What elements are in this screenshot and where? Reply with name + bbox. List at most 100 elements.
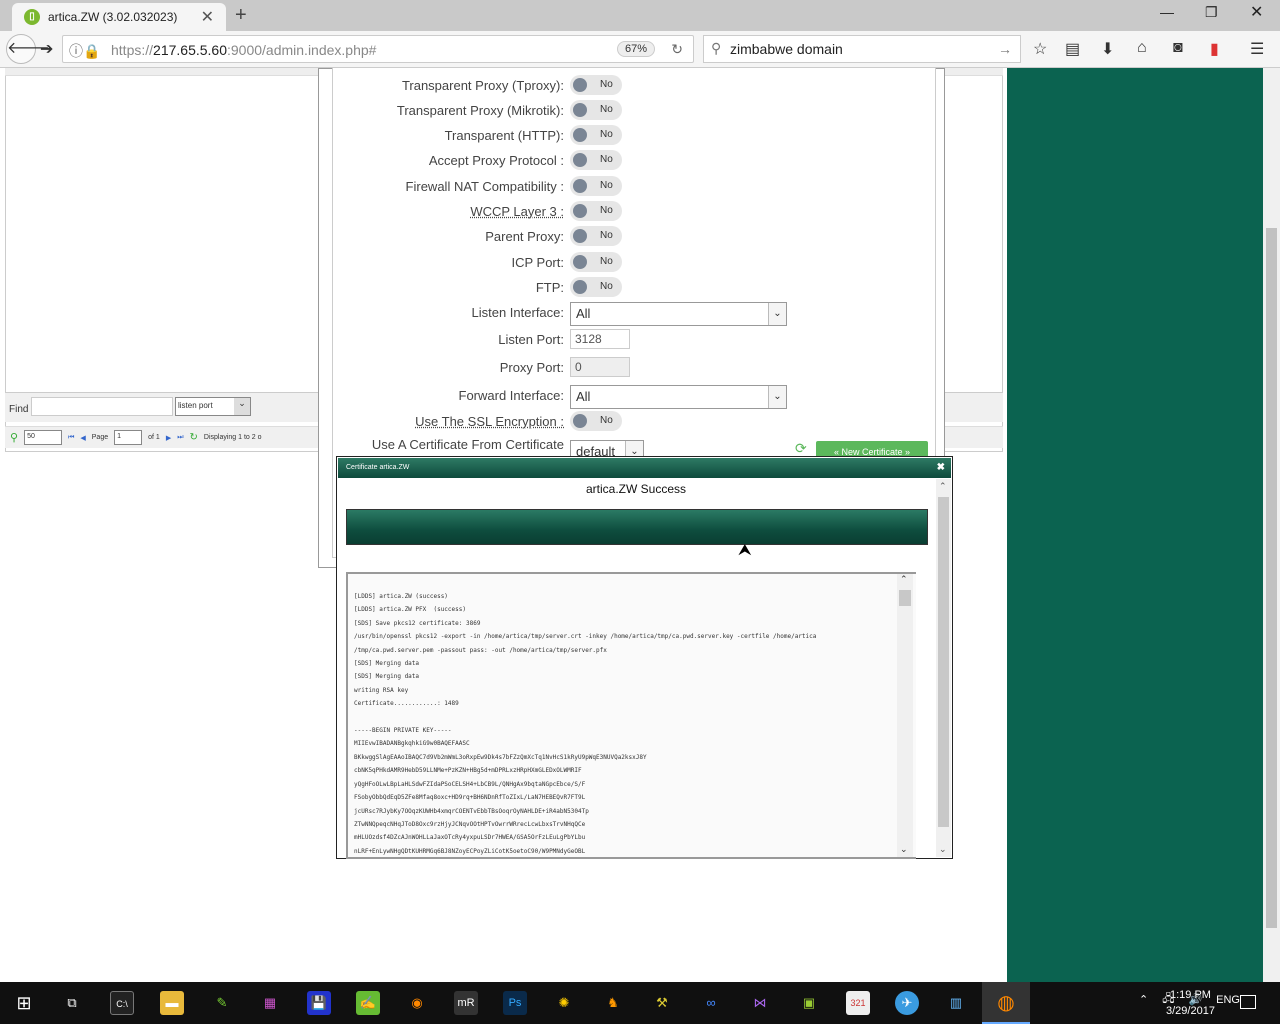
dialog-title: Certificate artica.ZW xyxy=(346,464,410,471)
row-label-link[interactable]: Use The SSL Encryption : xyxy=(415,414,564,429)
mremoteng-icon[interactable]: mR xyxy=(454,991,478,1015)
mikrotik-toggle[interactable]: No xyxy=(570,100,622,120)
bookmark-star-icon[interactable]: ☆ xyxy=(1033,39,1047,59)
page-scrollbar[interactable] xyxy=(1263,68,1280,982)
notepad-icon[interactable]: ✍ xyxy=(356,991,380,1015)
form-row: Parent Proxy: No xyxy=(332,226,932,248)
save-app-icon[interactable]: 💾 xyxy=(307,991,331,1015)
page-input[interactable]: 1 xyxy=(114,430,143,445)
close-icon[interactable]: ✖ xyxy=(937,462,945,473)
windows-start-icon[interactable]: ⊞ xyxy=(12,991,36,1015)
parent-proxy-toggle[interactable]: No xyxy=(570,226,622,246)
first-page-icon[interactable]: ⏮ xyxy=(68,434,74,442)
prev-page-icon[interactable]: ◀ xyxy=(80,434,85,442)
next-page-icon[interactable]: ▶ xyxy=(166,434,171,442)
minimize-button[interactable]: — xyxy=(1160,4,1174,20)
restore-button[interactable]: ❐ xyxy=(1205,4,1218,21)
infinity-app-icon[interactable]: ∞ xyxy=(699,991,723,1015)
winrar-icon[interactable]: ▦ xyxy=(258,991,282,1015)
headset-app-icon[interactable]: ♞ xyxy=(601,991,625,1015)
extension-icon[interactable]: ▮ xyxy=(1210,39,1219,59)
page-label: Page xyxy=(91,434,109,441)
find-input[interactable] xyxy=(31,397,173,416)
log-line: mHLUOzdsf4DZcAJnWOHLLaJaxOTcRy4yxpuLSDr7… xyxy=(354,834,586,842)
wccp-toggle[interactable]: No xyxy=(570,201,622,221)
dialog-scrollbar[interactable]: ⌃ ⌄ xyxy=(936,479,951,857)
photoshop-icon[interactable]: Ps xyxy=(503,991,527,1015)
scroll-down-icon[interactable]: ⌄ xyxy=(939,844,947,855)
transparent-http-toggle[interactable]: No xyxy=(570,125,622,145)
new-tab-button[interactable]: + xyxy=(235,4,247,27)
log-scrollbar[interactable]: ⌃ ⌄ xyxy=(897,574,913,857)
log-line: -----BEGIN PRIVATE KEY----- xyxy=(354,727,452,735)
listen-interface-select[interactable]: All ⌄ xyxy=(570,302,787,326)
task-view-icon[interactable]: ⧉ xyxy=(60,991,84,1015)
icp-port-toggle[interactable]: No xyxy=(570,252,622,272)
search-input[interactable]: ⚲ zimbabwe domain → xyxy=(703,35,1021,63)
url-bar[interactable]: ⓘ🔒 https://217.65.5.60:9000/admin.index.… xyxy=(62,35,694,63)
blender-icon[interactable]: ◉ xyxy=(405,991,429,1015)
menu-icon[interactable]: ☰ xyxy=(1250,39,1264,59)
row-label: Transparent Proxy (Tproxy): xyxy=(401,78,564,93)
close-tab-icon[interactable]: ✕ xyxy=(201,7,214,27)
scroll-down-icon[interactable]: ⌄ xyxy=(900,844,908,855)
home-icon[interactable]: ⌂ xyxy=(1137,39,1147,57)
search-value: zimbabwe domain xyxy=(730,41,843,57)
search-icon[interactable]: ⚲ xyxy=(10,431,18,444)
find-field-select[interactable]: listen port ⌄ xyxy=(175,397,251,416)
last-page-icon[interactable]: ⏭ xyxy=(177,434,183,442)
row-label: Forward Interface: xyxy=(458,388,565,403)
date: 3/29/2017 xyxy=(1166,1005,1215,1017)
scroll-up-icon[interactable]: ⌃ xyxy=(900,574,908,585)
xnview-icon[interactable]: ✺ xyxy=(552,991,576,1015)
refresh-icon[interactable]: ↻ xyxy=(190,432,198,443)
cmd-icon[interactable]: C:\ xyxy=(110,991,134,1015)
form-row: Listen Port: 3128 xyxy=(332,329,932,351)
network-tool-icon[interactable]: ✎ xyxy=(210,991,234,1015)
progress-bar xyxy=(346,509,928,545)
ssl-toggle[interactable]: No xyxy=(570,411,622,431)
nat-compat-toggle[interactable]: No xyxy=(570,176,622,196)
scroll-up-icon[interactable]: ⌃ xyxy=(939,481,947,492)
clock[interactable]: 1:19 PM 3/29/2017 xyxy=(1166,987,1215,1019)
pocket-icon[interactable]: ◙ xyxy=(1173,39,1183,57)
vsphere-icon[interactable]: ▣ xyxy=(797,991,821,1015)
close-window-button[interactable]: ✕ xyxy=(1250,2,1263,22)
proxy-protocol-toggle[interactable]: No xyxy=(570,150,622,170)
form-row: FTP: No xyxy=(332,277,932,299)
reload-icon[interactable]: ↻ xyxy=(671,41,683,58)
file-explorer-icon[interactable]: ▬ xyxy=(160,991,184,1015)
form-row: Transparent (HTTP): No xyxy=(332,125,932,147)
browser-tab[interactable]: ▯ artica.ZW (3.02.032023) ✕ xyxy=(12,3,226,31)
dialog-titlebar[interactable]: Certificate artica.ZW ✖ xyxy=(338,458,951,478)
network-app-icon[interactable]: ▥ xyxy=(944,991,968,1015)
page-size-select[interactable]: 50 xyxy=(24,430,63,445)
zoom-level[interactable]: 67% xyxy=(616,41,655,57)
forward-button[interactable]: ➔ xyxy=(40,39,53,59)
reading-list-icon[interactable]: ▤ xyxy=(1065,39,1080,59)
refresh-certificates-icon[interactable]: ⟳ xyxy=(795,440,807,457)
thunderbird-icon[interactable]: ✈ xyxy=(895,991,919,1015)
forward-interface-select[interactable]: All ⌄ xyxy=(570,385,787,409)
notifications-icon[interactable] xyxy=(1240,995,1256,1009)
certificate-select[interactable]: default ⌄ xyxy=(570,440,644,456)
form-row: Transparent Proxy (Tproxy): No xyxy=(332,75,932,97)
site-info-icon[interactable]: ⓘ🔒 xyxy=(69,41,100,61)
row-label: FTP: xyxy=(535,280,564,295)
back-button[interactable]: 🡐 xyxy=(6,34,50,64)
search-go-icon[interactable]: → xyxy=(998,41,1012,57)
listen-port-input[interactable]: 3128 xyxy=(570,329,630,349)
firefox-taskbar-button[interactable]: ◍ xyxy=(982,982,1030,1024)
tools-icon[interactable]: ⚒ xyxy=(650,991,674,1015)
log-output[interactable]: [LDDS] artica.ZW (success) [LDDS] artica.… xyxy=(346,572,916,859)
new-certificate-button[interactable]: « New Certificate » xyxy=(816,441,928,457)
ftp-toggle[interactable]: No xyxy=(570,277,622,297)
tproxy-toggle[interactable]: No xyxy=(570,75,622,95)
media-player-icon[interactable]: 321 xyxy=(846,991,870,1015)
language-indicator[interactable]: ENG xyxy=(1216,994,1240,1006)
row-label-link[interactable]: WCCP Layer 3 : xyxy=(470,204,564,219)
visual-studio-icon[interactable]: ⋈ xyxy=(748,991,772,1015)
tray-chevron-icon[interactable]: ⌃ xyxy=(1139,993,1148,1006)
download-icon[interactable]: ⬇ xyxy=(1101,39,1114,59)
form-row: Forward Interface: All ⌄ xyxy=(332,385,932,409)
